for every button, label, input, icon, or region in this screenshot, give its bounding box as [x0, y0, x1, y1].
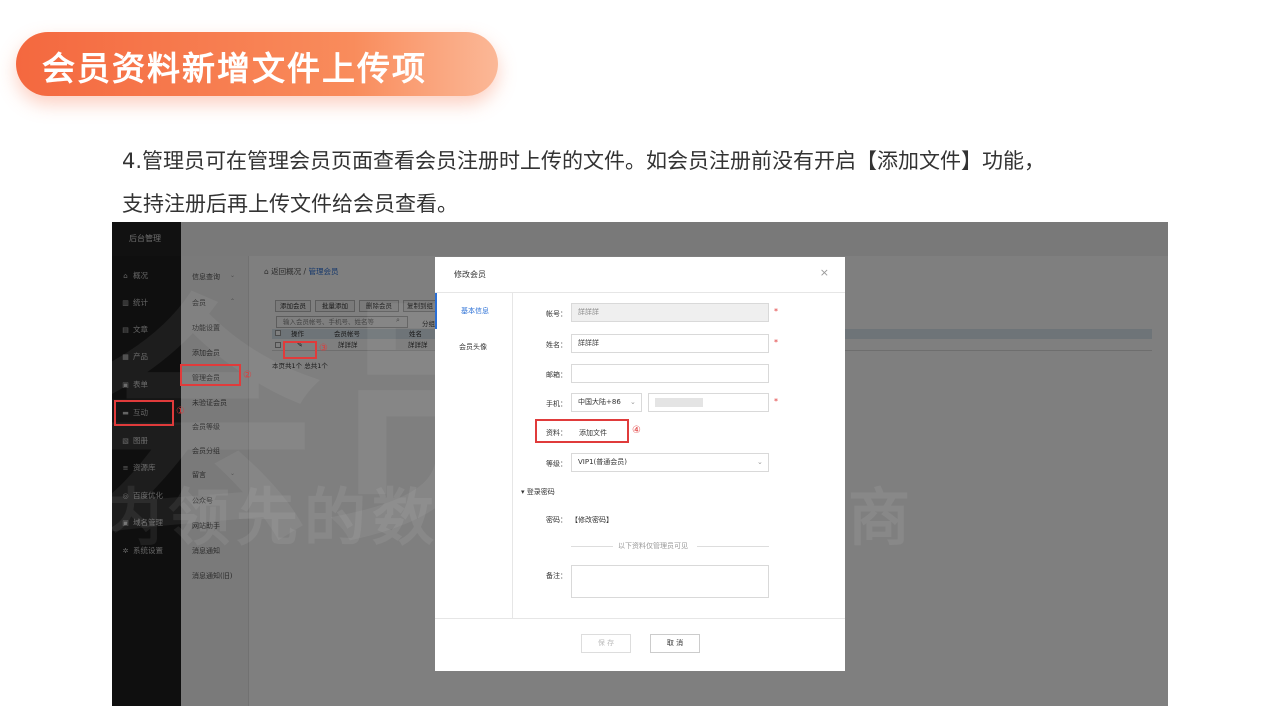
phone-label: 手机： — [546, 400, 567, 408]
annotation-2: ② — [243, 370, 252, 381]
tab-basic-info[interactable]: 基本信息 — [435, 293, 513, 329]
desc-line-2: 支持注册后再上传文件给会员查看。 — [122, 192, 458, 216]
chevron-down-icon: ⌄ — [630, 398, 636, 406]
file-label: 资料： — [546, 429, 567, 437]
note-label: 备注： — [546, 572, 567, 580]
add-file-button[interactable]: 添加文件 — [579, 428, 607, 438]
level-label: 等级： — [546, 460, 567, 468]
highlight-manage-member — [180, 364, 241, 386]
login-section-toggle[interactable]: ▾ 登录密码 — [521, 487, 555, 497]
modal-tabs: 基本信息 会员头像 — [435, 293, 513, 618]
admin-only-note: 以下资料仅管理员可见 — [618, 542, 688, 550]
name-field[interactable]: 詳詳詳 — [571, 334, 769, 353]
slide-title: 会员资料新增文件上传项 — [42, 49, 427, 88]
account-field: 詳詳詳 — [571, 303, 769, 322]
required-mark: * — [774, 307, 778, 316]
highlight-interact — [114, 400, 174, 426]
admin-screenshot: 后台管理 ⌂概况 ▥统计 ▤文章 ▦产品 ▣表单 ▬互动 ▧图册 ≡资源库 ◎百… — [112, 222, 1168, 706]
name-label: 姓名： — [546, 341, 567, 349]
email-field[interactable] — [571, 364, 769, 383]
blurred-phone — [655, 398, 703, 407]
email-label: 邮箱： — [546, 371, 567, 379]
footer-divider — [435, 618, 845, 619]
chevron-down-icon: ⌄ — [757, 458, 763, 466]
save-button[interactable]: 保 存 — [581, 634, 631, 653]
note-textarea[interactable] — [571, 565, 769, 598]
required-mark: * — [774, 397, 778, 406]
tab-avatar[interactable]: 会员头像 — [435, 329, 513, 365]
annotation-1: ① — [176, 406, 185, 417]
annotation-4: ④ — [632, 425, 641, 436]
slide-description: 4.管理员可在管理会员页面查看会员注册时上传的文件。如会员注册前没有开启【添加文… — [122, 140, 1182, 226]
required-mark: * — [774, 338, 778, 347]
password-label: 密码： — [546, 516, 567, 524]
divider-left — [571, 546, 613, 547]
slide-title-banner: 会员资料新增文件上传项 — [16, 32, 498, 96]
account-label: 帐号： — [546, 310, 567, 318]
close-icon[interactable]: × — [820, 266, 829, 279]
cancel-button[interactable]: 取 消 — [650, 634, 700, 653]
modal-title: 修改会员 — [454, 270, 486, 279]
highlight-edit — [283, 341, 317, 359]
divider-right — [697, 546, 769, 547]
phone-field[interactable] — [648, 393, 769, 412]
level-select[interactable]: VIP1(普通会员) — [571, 453, 769, 472]
change-password-link[interactable]: 【修改密码】 — [571, 515, 613, 525]
edit-member-modal: 修改会员 × 基本信息 会员头像 帐号： 詳詳詳 * 姓名： 詳詳詳 * 邮箱：… — [435, 257, 845, 671]
desc-line-1: 4.管理员可在管理会员页面查看会员注册时上传的文件。如会员注册前没有开启【添加文… — [122, 149, 1046, 173]
annotation-3: ③ — [319, 343, 328, 354]
